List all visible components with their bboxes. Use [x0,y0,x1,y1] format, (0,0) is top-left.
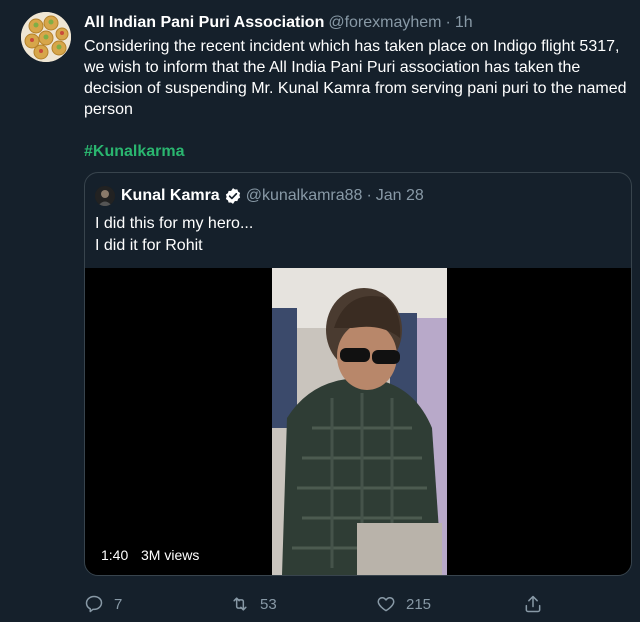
quoted-separator-dot: · [366,187,372,204]
quoted-tweet-header: Kunal Kamra @kunalkamra88 · Jan 28 [95,185,424,207]
display-name[interactable]: All Indian Pani Puri Association [84,14,324,31]
tweet-actions: 7 53 215 [84,592,632,616]
video-views: 3M views [135,545,206,565]
quoted-date[interactable]: Jan 28 [376,187,424,204]
quoted-tweet[interactable]: Kunal Kamra @kunalkamra88 · Jan 28 I did t… [84,172,632,576]
video-thumbnail [272,268,447,575]
quoted-display-name[interactable]: Kunal Kamra [121,187,220,204]
reply-icon [85,595,103,613]
person-avatar-icon [95,186,115,206]
retweet-icon [233,597,247,611]
tweet[interactable]: All Indian Pani Puri Association @forexma… [0,0,640,622]
quoted-user-handle[interactable]: @kunalkamra88 [246,187,363,204]
tweet-header: All Indian Pani Puri Association @forexma… [84,12,632,34]
video-player[interactable]: 1:40 3M views [85,268,631,575]
tweet-content: All Indian Pani Puri Association @forexma… [84,12,632,162]
quoted-user-avatar[interactable] [95,186,115,206]
hashtag-link[interactable]: #Kunalkarma [84,141,632,162]
timestamp[interactable]: 1h [455,14,473,31]
pani-puri-avatar-image [21,12,71,62]
tweet-text: Considering the recent incident which ha… [84,38,627,118]
retweet-button[interactable]: 53 [230,592,277,616]
reply-button[interactable]: 7 [84,592,122,616]
user-handle[interactable]: @forexmayhem [328,14,441,31]
profile-avatar[interactable] [21,12,71,62]
video-frame-image [272,268,447,575]
like-button[interactable]: 215 [376,592,431,616]
share-button[interactable] [523,592,553,616]
retweet-count: 53 [260,595,277,613]
video-duration: 1:40 [95,545,135,565]
quoted-tweet-text: I did this for my hero... I did it for R… [95,215,254,254]
separator-dot: · [445,14,451,31]
verified-badge-icon [225,188,240,204]
like-count: 215 [406,595,432,613]
like-icon [377,597,395,612]
reply-count: 7 [114,595,123,613]
share-icon [525,595,541,613]
